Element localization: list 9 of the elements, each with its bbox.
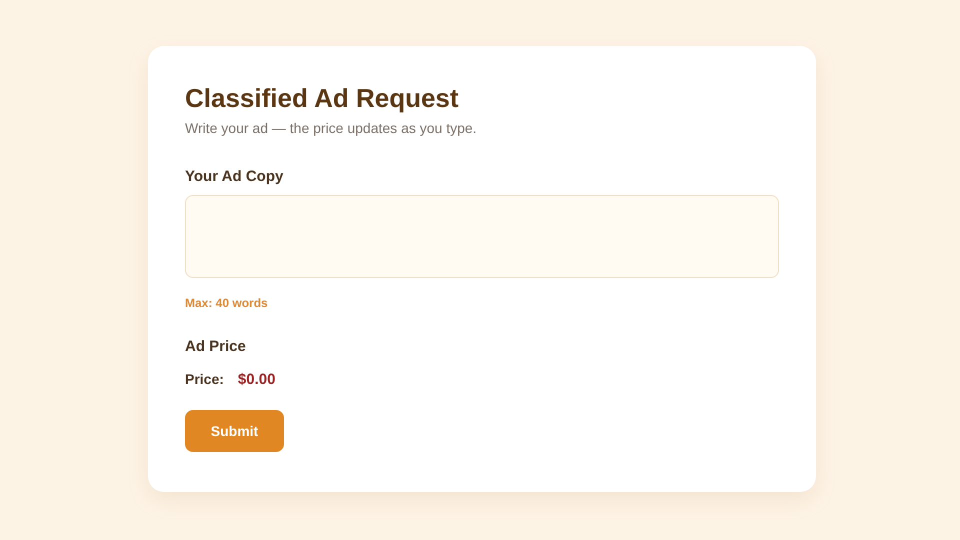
ad-copy-field[interactable] — [185, 195, 779, 278]
word-limit-hint: Max: 40 words — [185, 296, 269, 310]
price-label: Price: — [185, 371, 224, 387]
price-value: $0.00 — [238, 371, 276, 388]
form-subtitle: Write your ad — the price updates as you type. — [185, 120, 478, 136]
field-label: Your Ad Copy — [185, 168, 284, 185]
submit-button[interactable]: Submit — [185, 410, 284, 452]
form-title: Classified Ad Request — [185, 82, 460, 114]
section-heading: Ad Price — [185, 338, 247, 355]
